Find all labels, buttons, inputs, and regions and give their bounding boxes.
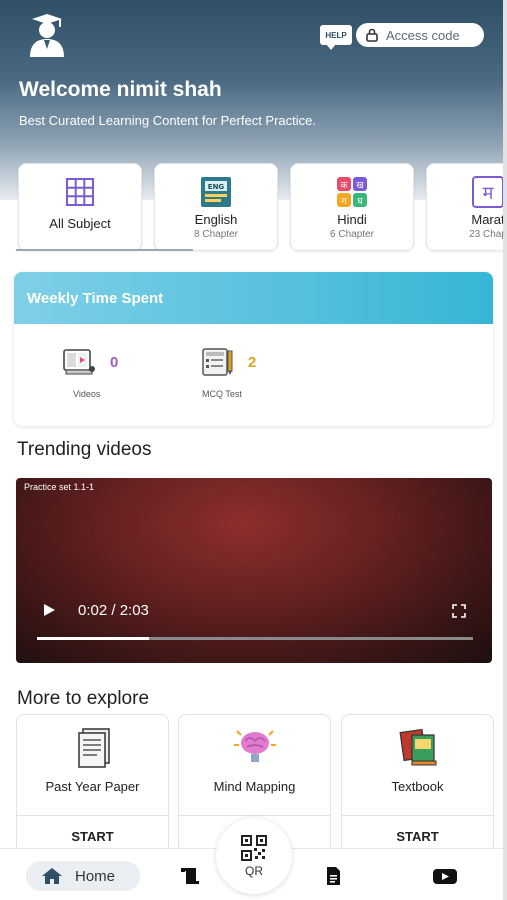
- explore-title: More to explore: [17, 688, 150, 709]
- weekly-time-title: Weekly Time Spent: [14, 272, 493, 324]
- svg-text:क: क: [341, 181, 349, 191]
- subject-name: Marat: [471, 212, 503, 227]
- video-title: Practice set 1.1-1: [24, 482, 95, 492]
- nav-home-label: Home: [75, 867, 116, 885]
- student-avatar-icon: [30, 14, 64, 57]
- subject-chapters: 23 Chap: [469, 229, 503, 240]
- qr-label: QR: [245, 863, 263, 878]
- subject-card-english[interactable]: ENG English 8 Chapter: [154, 163, 278, 251]
- mcq-stat: 2: [200, 347, 256, 377]
- svg-text:ख: ख: [356, 181, 364, 191]
- explore-card-label: Textbook: [391, 779, 444, 794]
- card-divider: [17, 815, 168, 816]
- nav-home[interactable]: Home: [26, 861, 140, 891]
- welcome-title: Welcome nimit shah: [19, 78, 222, 101]
- start-button[interactable]: START: [17, 829, 168, 844]
- textbooks-icon: [398, 728, 436, 766]
- english-book-icon: ENG: [198, 174, 234, 210]
- weekly-time-card: Weekly Time Spent 0 Videos 2 MCQ Test: [14, 272, 493, 426]
- qr-scan-button[interactable]: QR: [216, 818, 292, 894]
- subject-carousel[interactable]: All Subject ENG English 8 Chapter क ख ग …: [16, 163, 503, 255]
- notes-scroll-icon[interactable]: [180, 866, 202, 886]
- brain-icon: [233, 730, 276, 762]
- card-divider: [342, 815, 493, 816]
- video-book-icon: [63, 349, 95, 375]
- card-divider: [179, 815, 330, 816]
- videos-stat: 0: [62, 347, 118, 377]
- videos-count: 0: [110, 353, 119, 371]
- document-icon[interactable]: [322, 866, 344, 886]
- video-progress-bar[interactable]: [37, 637, 473, 640]
- papers-icon: [77, 728, 110, 768]
- subject-name: All Subject: [49, 216, 111, 231]
- fullscreen-icon[interactable]: [452, 604, 466, 618]
- app-screen: HELP Access code Welcome nimit shah Best…: [0, 0, 507, 900]
- video-player[interactable]: Practice set 1.1-1 0:02 / 2:03: [16, 478, 492, 663]
- access-code-button[interactable]: Access code: [356, 23, 484, 47]
- lock-icon: [366, 28, 378, 42]
- svg-text:म: म: [483, 183, 495, 204]
- tagline: Best Curated Learning Content for Perfec…: [19, 113, 316, 128]
- start-button[interactable]: START: [342, 829, 493, 844]
- subject-chapters: 8 Chapter: [194, 229, 238, 240]
- video-progress-fill: [37, 637, 149, 640]
- mcq-test-icon: [202, 348, 233, 376]
- video-time: 0:02 / 2:03: [78, 602, 149, 619]
- active-subject-indicator: [16, 249, 193, 251]
- marathi-letter-icon: म: [470, 174, 503, 210]
- subject-name: English: [194, 212, 238, 227]
- subject-card-hindi[interactable]: क ख ग घ Hindi 6 Chapter: [290, 163, 414, 251]
- svg-text:घ: घ: [357, 197, 363, 207]
- grid-icon: [62, 174, 98, 210]
- subject-chapters: 6 Chapter: [330, 229, 374, 240]
- explore-card-past-year-paper[interactable]: Past Year Paper START: [16, 714, 169, 854]
- subject-card-marathi[interactable]: म Marat 23 Chap: [426, 163, 503, 251]
- videos-label: Videos: [73, 389, 101, 399]
- help-button[interactable]: HELP: [320, 25, 352, 50]
- play-icon[interactable]: [42, 603, 56, 617]
- hindi-letters-icon: क ख ग घ: [334, 174, 370, 210]
- mcq-count: 2: [248, 353, 257, 371]
- mcq-label: MCQ Test: [202, 389, 242, 399]
- subject-name: Hindi: [337, 212, 367, 227]
- access-code-label: Access code: [386, 27, 460, 43]
- home-icon: [42, 868, 62, 884]
- explore-card-textbook[interactable]: Textbook START: [341, 714, 494, 854]
- svg-text:ENG: ENG: [208, 183, 225, 191]
- qr-code-icon: [241, 834, 267, 861]
- explore-card-label: Past Year Paper: [45, 779, 140, 794]
- explore-card-label: Mind Mapping: [213, 779, 296, 794]
- youtube-icon[interactable]: [432, 866, 458, 886]
- trending-title: Trending videos: [17, 439, 152, 460]
- subject-card-all[interactable]: All Subject: [18, 163, 142, 251]
